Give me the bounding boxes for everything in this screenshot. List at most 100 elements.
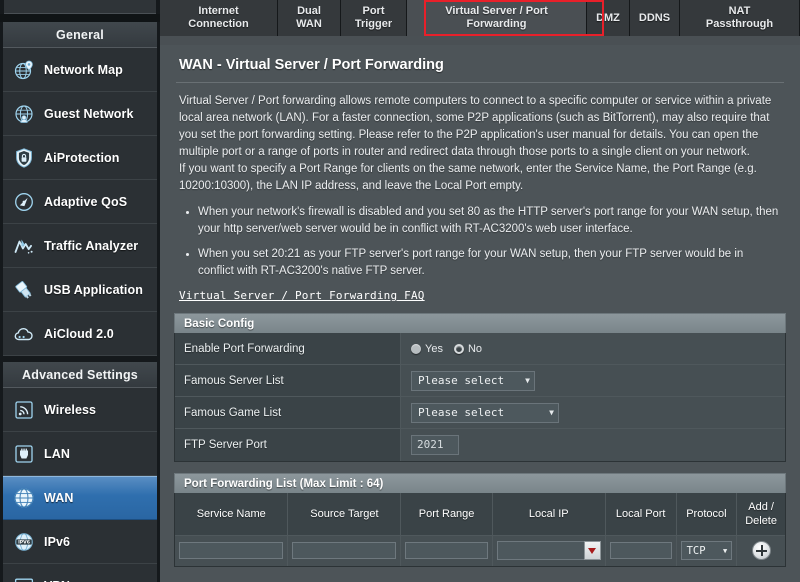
- local-port-input[interactable]: [609, 542, 672, 560]
- local-ip-input[interactable]: [496, 541, 584, 561]
- enable-port-forwarding-radio-group: Yes No: [411, 343, 482, 355]
- table-header-row: Service Name Source Target Port Range Lo…: [175, 493, 785, 536]
- radio-no-input[interactable]: [453, 343, 464, 354]
- field-label: FTP Server Port: [175, 429, 401, 461]
- field-value: Please select ▼: [401, 397, 785, 428]
- sidebar-item-label: Wireless: [44, 402, 97, 417]
- sidebar-item-aiprotection[interactable]: AiProtection: [3, 136, 157, 180]
- tab-label-line2: Passthrough: [705, 18, 774, 30]
- cell-port-range: [400, 535, 493, 566]
- famous-game-list-select[interactable]: Please select ▼: [411, 402, 559, 423]
- sidebar-item-usb-application[interactable]: USB Application: [3, 268, 157, 312]
- sidebar-item-ipv6[interactable]: IPV6 IPv6: [3, 520, 157, 564]
- column-header-source-target: Source Target: [287, 493, 402, 536]
- traffic-chart-icon: [11, 233, 37, 259]
- radio-yes-input[interactable]: [411, 343, 421, 354]
- cell-local-ip: [492, 535, 606, 566]
- ipv6-globe-icon: IPV6: [11, 529, 37, 555]
- row-enable-port-forwarding: Enable Port Forwarding Yes No: [175, 333, 785, 365]
- tab-label-line1: Port: [362, 5, 385, 18]
- tab-dual-wan[interactable]: Dual WAN: [278, 0, 341, 36]
- radio-no-label: No: [467, 342, 483, 355]
- bullet-item: When your network's firewall is disabled…: [186, 204, 780, 238]
- sidebar-item-wireless[interactable]: Wireless: [3, 388, 157, 432]
- column-header-line2: Delete: [745, 514, 777, 527]
- field-value: Please select ▼: [401, 365, 785, 396]
- sidebar-item-lan[interactable]: LAN: [3, 432, 157, 476]
- sidebar-item-label: USB Application: [44, 282, 143, 297]
- field-label: Famous Game List: [175, 397, 401, 428]
- add-rule-button[interactable]: [751, 541, 771, 561]
- tab-nat-passthrough[interactable]: NAT Passthrough: [680, 0, 800, 36]
- port-forwarding-list-body: Service Name Source Target Port Range Lo…: [174, 493, 786, 567]
- router-admin-page: General Network Map Guest Network AiProt…: [0, 0, 800, 582]
- sidebar-item-vpn[interactable]: VPN: [3, 564, 157, 582]
- tab-label-line1: Dual: [297, 5, 321, 18]
- cell-add-delete: [736, 535, 785, 566]
- field-value: Yes No: [401, 333, 785, 364]
- sidebar-group-advanced: Advanced Settings Wireless LAN WAN IPV6 …: [3, 362, 157, 582]
- cell-protocol: TCP ▼: [676, 535, 738, 566]
- famous-server-list-select[interactable]: Please select ▼: [411, 370, 535, 391]
- sidebar-item-label: Traffic Analyzer: [44, 238, 139, 253]
- sidebar-item-traffic-analyzer[interactable]: Traffic Analyzer: [3, 224, 157, 268]
- column-header-local-port: Local Port: [605, 493, 677, 536]
- triangle-down-icon: [588, 547, 597, 554]
- sidebar-item-label: Adaptive QoS: [44, 194, 128, 209]
- port-range-input[interactable]: [405, 542, 488, 560]
- tab-label-line1: Internet: [198, 5, 239, 18]
- radio-option-no[interactable]: No: [453, 342, 483, 355]
- globe-icon: [11, 485, 37, 511]
- port-forwarding-list-panel: Port Forwarding List (Max Limit : 64) Se…: [174, 473, 786, 567]
- tab-label-line1: Virtual Server / Port: [445, 5, 548, 18]
- tab-port-trigger[interactable]: Port Trigger: [341, 0, 407, 36]
- sidebar-group-general: General Network Map Guest Network AiProt…: [3, 22, 157, 356]
- column-header-add-delete: Add / Delete: [736, 493, 785, 536]
- basic-config-header: Basic Config: [174, 313, 786, 333]
- sidebar-top-stub: [4, 0, 156, 14]
- sidebar-group-general-header: General: [3, 22, 157, 48]
- sidebar-item-adaptive-qos[interactable]: Adaptive QoS: [3, 180, 157, 224]
- tab-label-line1: NAT: [728, 5, 751, 18]
- page-description: Virtual Server / Port forwarding allows …: [174, 93, 786, 195]
- sidebar-item-label: Guest Network: [44, 106, 134, 121]
- ftp-server-port-input[interactable]: 2021: [411, 435, 459, 455]
- radio-yes-label: Yes: [425, 342, 443, 355]
- protocol-select[interactable]: TCP ▼: [680, 541, 733, 561]
- tab-ddns[interactable]: DDNS: [630, 0, 680, 36]
- tab-dmz[interactable]: DMZ: [587, 0, 630, 36]
- tab-bar: Internet Connection Dual WAN Port Trigge…: [160, 0, 800, 36]
- radio-option-yes[interactable]: Yes: [411, 343, 443, 355]
- svg-text:IPV6: IPV6: [18, 539, 30, 545]
- description-bullet-list: When your network's firewall is disabled…: [174, 204, 786, 280]
- column-header-protocol: Protocol: [676, 493, 738, 536]
- faq-link[interactable]: Virtual Server / Port Forwarding FAQ: [179, 289, 425, 302]
- speedometer-icon: [11, 189, 37, 215]
- field-label: Famous Server List: [175, 365, 401, 396]
- wireless-icon: [11, 397, 37, 423]
- tab-label: DDNS: [638, 11, 671, 24]
- cell-source-target: [287, 535, 402, 566]
- local-ip-dropdown-button[interactable]: [583, 541, 601, 561]
- tab-bar-underline: [160, 36, 800, 45]
- sidebar-item-aicloud[interactable]: AiCloud 2.0: [3, 312, 157, 356]
- tab-virtual-server-port-forwarding[interactable]: Virtual Server / Port Forwarding: [407, 0, 587, 36]
- sidebar-item-label: LAN: [44, 446, 70, 461]
- local-ip-field-group: [496, 541, 601, 561]
- source-target-input[interactable]: [292, 542, 397, 560]
- sidebar-item-network-map[interactable]: Network Map: [3, 48, 157, 92]
- column-header-port-range: Port Range: [400, 493, 493, 536]
- tab-label-line2: Forwarding: [466, 18, 527, 30]
- page-title: WAN - Virtual Server / Port Forwarding: [179, 57, 444, 73]
- field-label: Enable Port Forwarding: [175, 333, 401, 364]
- sidebar-item-label: IPv6: [44, 534, 71, 549]
- basic-config-body: Enable Port Forwarding Yes No Famous Ser…: [174, 333, 786, 462]
- sidebar-item-wan[interactable]: WAN: [3, 476, 157, 520]
- port-forwarding-list-header: Port Forwarding List (Max Limit : 64): [174, 473, 786, 493]
- sidebar-item-label: AiCloud 2.0: [44, 326, 114, 341]
- select-value: TCP: [686, 544, 706, 557]
- service-name-input[interactable]: [179, 542, 284, 560]
- cell-local-port: [605, 535, 677, 566]
- tab-internet-connection[interactable]: Internet Connection: [160, 0, 278, 36]
- sidebar-item-guest-network[interactable]: Guest Network: [3, 92, 157, 136]
